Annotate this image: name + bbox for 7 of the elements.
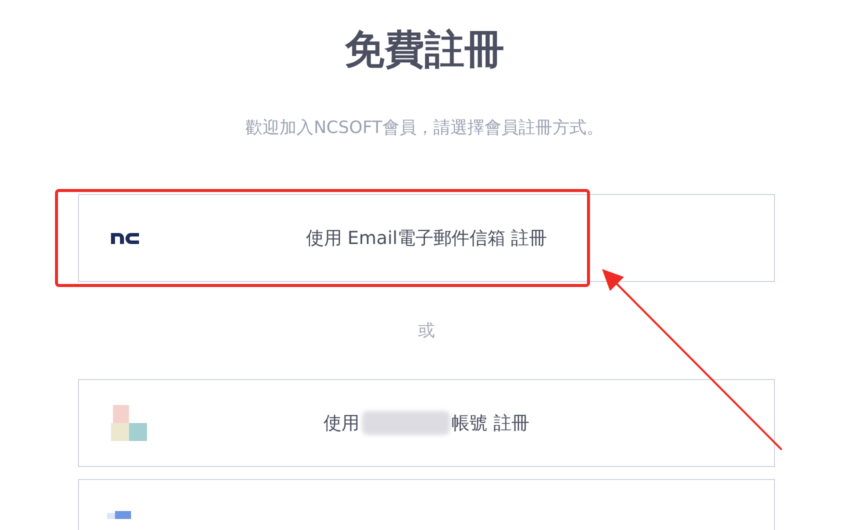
- page-subtitle: 歡迎加入NCSOFT會員，請選擇會員註冊方式。: [244, 117, 604, 140]
- email-signup-button[interactable]: 使用 Email電子郵件信箱 註冊: [78, 194, 775, 282]
- logo-icon: [107, 511, 133, 519]
- account-signup-button[interactable]: 使用 帳號 註冊: [78, 379, 775, 467]
- page-title: 免費註冊: [344, 26, 506, 75]
- blurred-logo-icon: [111, 403, 147, 443]
- separator-text: 或: [418, 320, 435, 343]
